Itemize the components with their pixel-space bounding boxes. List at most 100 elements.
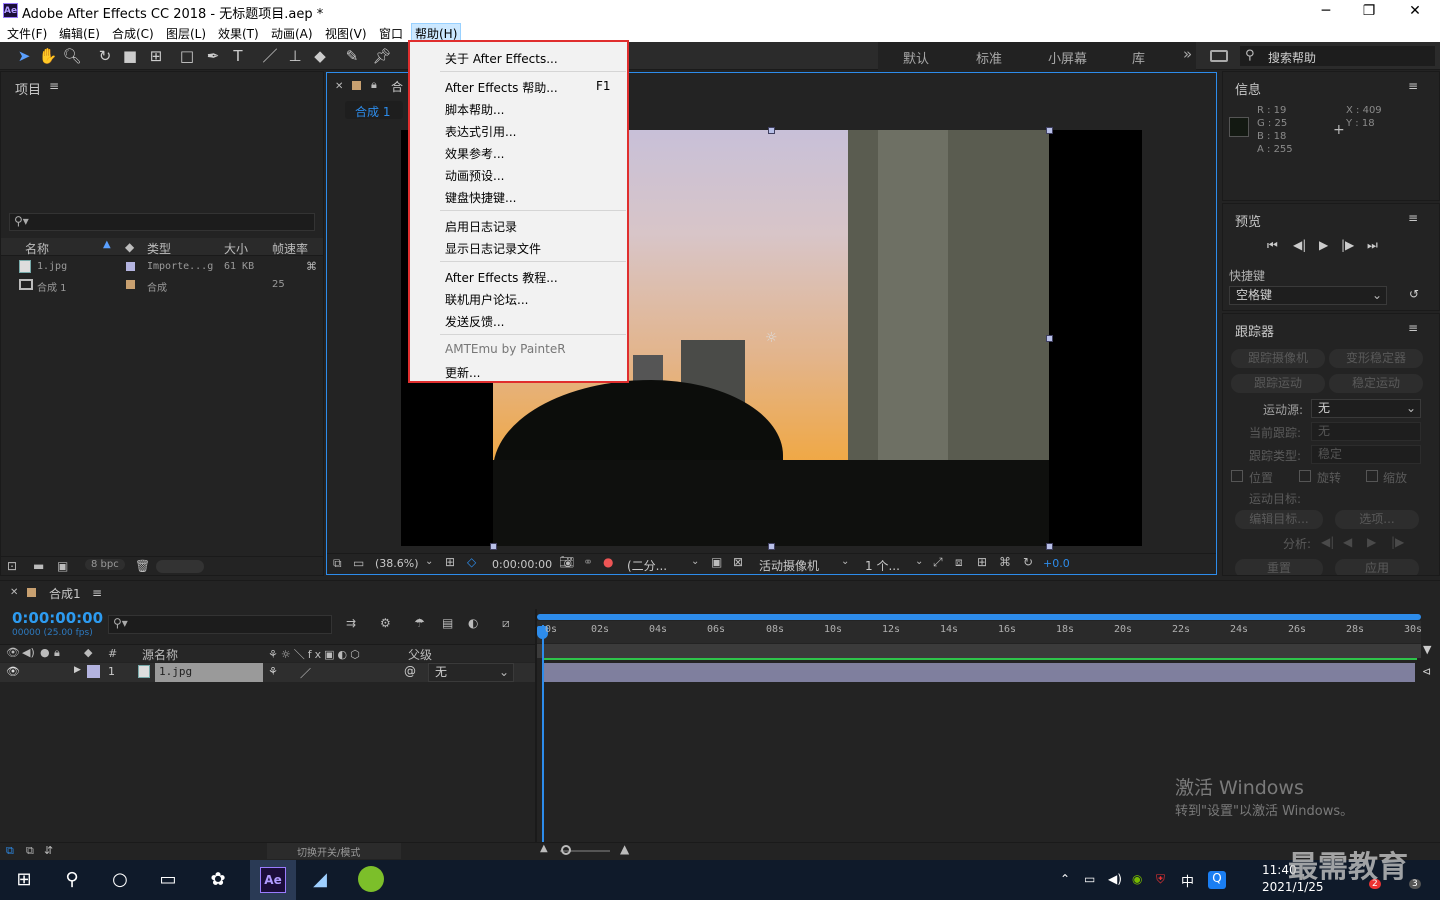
label-icon[interactable]: ◆ [84, 646, 92, 659]
volume-icon[interactable]: ◀) [1108, 872, 1122, 886]
column-parent[interactable]: 父级 [408, 646, 432, 663]
region-of-interest-icon[interactable]: ▣ [711, 555, 722, 569]
panel-menu-icon[interactable]: ≡ [1408, 79, 1418, 93]
timeline-comp-tab[interactable]: 合成1 [49, 585, 81, 602]
layer-row[interactable]: 👁︎ ▶ 1 1.jpg ⚘ ／ @ 无 ⌄ [0, 663, 535, 682]
label-color-swatch[interactable] [126, 262, 135, 271]
menu-item-about[interactable]: 关于 After Effects... [445, 50, 558, 67]
pinned-app-icon[interactable]: ◢ [306, 866, 334, 894]
label-column-icon[interactable]: ◆ [125, 240, 134, 254]
resolution-dropdown[interactable]: (二分... [627, 557, 667, 574]
solo-icon[interactable]: ● [40, 646, 50, 659]
viewer-timecode[interactable]: 0:00:00:00 [492, 558, 552, 571]
clone-stamp-tool-icon[interactable]: ⊥ [285, 46, 305, 66]
menu-item-user-forums[interactable]: 联机用户论坛... [445, 291, 528, 308]
safe-zones-icon[interactable]: ⊞ [445, 555, 455, 569]
warp-stabilizer-button[interactable]: 变形稳定器 [1329, 349, 1423, 368]
work-area-bar[interactable] [537, 614, 1421, 620]
pinned-app-icon[interactable]: ✿ [204, 866, 232, 894]
layer-name-field[interactable]: 1.jpg [155, 663, 263, 682]
graph-editor-icon[interactable]: ⧄ [502, 616, 510, 631]
menu-effect[interactable]: 效果(T) [218, 25, 259, 42]
help-search-input[interactable]: ⚲ 搜索帮助 [1240, 46, 1435, 66]
transform-handle[interactable] [768, 127, 775, 134]
zoom-dropdown[interactable]: (38.6%) [375, 557, 419, 570]
menu-item-scripting-help[interactable]: 脚本帮助... [445, 101, 504, 118]
transform-handle[interactable] [490, 543, 497, 550]
eye-icon[interactable]: 👁︎ [6, 646, 20, 659]
play-icon[interactable]: ▶ [1319, 238, 1328, 252]
parent-dropdown[interactable]: 无 ⌄ [428, 663, 514, 682]
stabilize-motion-button[interactable]: 稳定运动 [1329, 374, 1423, 393]
workspace-more-button[interactable]: » [1183, 45, 1192, 63]
ime-indicator[interactable]: 中 [1181, 871, 1194, 890]
column-type[interactable]: 类型 [147, 240, 171, 257]
close-button[interactable]: ✕ [1392, 0, 1438, 22]
views-dropdown[interactable]: 1 个... [865, 557, 900, 574]
menu-item-updates[interactable]: 更新... [445, 364, 480, 381]
expand-triangle-icon[interactable]: ▶ [74, 665, 81, 675]
panel-menu-icon[interactable]: ≡ [1408, 321, 1418, 335]
audio-icon[interactable]: ◀) [22, 646, 35, 659]
pen-tool-icon[interactable]: ✒ [203, 46, 223, 66]
action-center-badge[interactable]: 3 [1409, 879, 1421, 889]
column-name[interactable]: 名称 [25, 240, 49, 257]
frame-blending-icon[interactable]: ▤ [442, 616, 453, 630]
search-icon[interactable]: ⚲ [58, 866, 86, 894]
menu-item-ae-help[interactable]: After Effects 帮助... [445, 79, 558, 96]
transform-handle[interactable] [1046, 543, 1053, 550]
puppet-pin-tool-icon[interactable]: 📌︎ [372, 46, 392, 66]
start-icon[interactable]: ⊞ [10, 866, 38, 894]
menu-item-expression-reference[interactable]: 表达式引用... [445, 123, 516, 140]
show-snapshot-icon[interactable]: ⚭ [583, 555, 593, 569]
first-frame-icon[interactable]: ⏮ [1267, 238, 1278, 253]
menu-file[interactable]: 文件(F) [7, 25, 47, 42]
hand-tool-icon[interactable]: ✋ [38, 46, 58, 66]
menu-item-tutorials[interactable]: After Effects 教程... [445, 269, 558, 286]
monitor-icon[interactable]: ▭ [353, 556, 364, 570]
lock-icon[interactable]: 🔒︎ [371, 78, 377, 92]
comp-flowchart-icon[interactable]: ⇉ [346, 616, 356, 630]
camera-snapshot-icon[interactable]: 📷︎ [559, 555, 574, 569]
sync-settings-icon[interactable] [1210, 50, 1228, 62]
bpc-button[interactable]: 8 bpc [85, 559, 125, 570]
camera-dropdown[interactable]: 活动摄像机 [759, 557, 819, 574]
interpret-footage-icon[interactable]: ⊡ [7, 559, 17, 573]
motion-source-dropdown[interactable]: 无 ⌄ [1311, 399, 1421, 418]
column-source-name[interactable]: 源名称 [142, 646, 178, 663]
transfer-controls-icon[interactable]: ⧉ [26, 844, 34, 858]
panel-menu-icon[interactable]: ≡ [1408, 211, 1418, 225]
layer-label-swatch[interactable] [87, 665, 100, 678]
tray-expand-icon[interactable]: ⌃ [1060, 872, 1070, 886]
eraser-tool-icon[interactable]: ◆ [310, 46, 330, 66]
project-search-input[interactable]: ⚲▾ [9, 213, 315, 231]
pick-whip-icon[interactable]: @ [404, 664, 416, 678]
next-frame-icon[interactable]: |▶ [1341, 238, 1354, 252]
shortcut-dropdown[interactable]: 空格键 ⌄ [1229, 286, 1387, 305]
menu-item-keyboard-shortcuts[interactable]: 键盘快捷键... [445, 189, 516, 206]
zoom-in-icon[interactable]: ▲ [620, 842, 629, 856]
qq-icon[interactable]: Q [1208, 871, 1226, 889]
in-out-icon[interactable]: ⇵ [44, 844, 53, 857]
comp-button-icon[interactable]: ⊲ [1422, 665, 1431, 678]
toggle-switches-modes-button[interactable]: 切换开关/模式 [267, 843, 401, 859]
column-size[interactable]: 大小 [224, 240, 248, 257]
panel-menu-icon[interactable]: ≡ [49, 79, 59, 93]
layer-duration-bar[interactable] [543, 663, 1415, 682]
reset-exposure-icon[interactable]: ↻ [1023, 555, 1033, 569]
menu-item-effect-reference[interactable]: 效果参考... [445, 145, 504, 162]
zoom-slider-thumb[interactable] [561, 845, 571, 855]
maximize-button[interactable]: ❐ [1346, 0, 1392, 22]
trash-icon[interactable]: 🗑︎ [135, 559, 150, 573]
workspace-small-screen[interactable]: 小屏幕 [1048, 48, 1087, 67]
transparency-grid-icon[interactable]: ⊠ [733, 555, 743, 569]
workspace-default[interactable]: 默认 [903, 48, 929, 67]
close-tab-icon[interactable]: ✕ [335, 81, 343, 92]
quality-switch-icon[interactable]: ／ [300, 665, 311, 681]
type-tool-icon[interactable]: T [228, 46, 248, 66]
visibility-icon[interactable]: 👁︎ [6, 665, 20, 678]
panel-menu-icon[interactable]: ≡ [92, 586, 102, 600]
anchor-point-icon[interactable]: ☼ [765, 330, 778, 346]
hide-shy-layers-icon[interactable]: ☂ [414, 616, 425, 630]
previous-frame-icon[interactable]: ◀| [1293, 238, 1306, 252]
